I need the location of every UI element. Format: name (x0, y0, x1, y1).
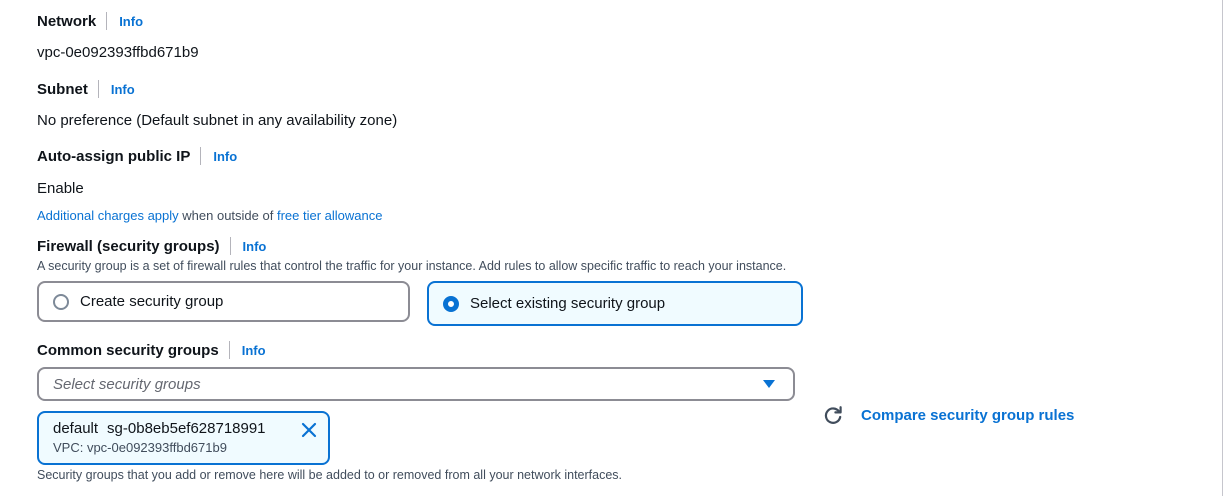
subnet-header: Subnet Info (37, 80, 135, 98)
divider (97, 80, 99, 98)
security-group-name: default (53, 420, 99, 437)
create-security-group-label: Create security group (80, 293, 224, 310)
auto-assign-ip-header: Auto-assign public IP Info (37, 147, 237, 165)
select-existing-security-group-label: Select existing security group (470, 295, 666, 312)
firewall-info-link[interactable]: Info (243, 239, 267, 254)
firewall-label: Firewall (security groups) (37, 237, 220, 255)
compare-security-group-rules-label: Compare security group rules (861, 406, 1075, 424)
caret-down-icon[interactable] (763, 380, 775, 388)
subnet-value: No preference (Default subnet in any ava… (37, 112, 398, 129)
token-title: default sg-0b8eb5ef628718991 (53, 420, 328, 437)
create-security-group-option[interactable]: Create security group (37, 281, 410, 322)
selected-security-group-token: default sg-0b8eb5ef628718991 VPC: vpc-0e… (37, 411, 330, 465)
free-tier-link[interactable]: free tier allowance (277, 208, 383, 223)
additional-charges-link[interactable]: Additional charges apply (37, 208, 179, 223)
divider (228, 341, 230, 359)
panel-right-border (1222, 0, 1223, 496)
auto-assign-ip-label: Auto-assign public IP (37, 147, 191, 165)
security-group-vpc: VPC: vpc-0e092393ffbd671b9 (53, 440, 227, 455)
divider (106, 12, 108, 30)
close-icon[interactable] (300, 421, 318, 439)
firewall-description: A security group is a set of firewall ru… (37, 259, 787, 273)
firewall-description-row: A security group is a set of firewall ru… (37, 259, 786, 273)
radio-unchecked-icon[interactable] (53, 293, 69, 310)
network-info-link[interactable]: Info (119, 14, 143, 29)
divider (229, 237, 231, 255)
security-groups-footnote-row: Security groups that you add or remove h… (37, 468, 622, 482)
network-label: Network (37, 12, 97, 30)
subnet-info-link[interactable]: Info (111, 82, 135, 97)
subnet-label: Subnet (37, 80, 88, 98)
radio-checked-icon[interactable] (443, 295, 459, 312)
security-groups-placeholder: Select security groups (53, 375, 201, 393)
security-group-id: sg-0b8eb5ef628718991 (107, 420, 266, 437)
auto-assign-ip-info-link[interactable]: Info (213, 149, 237, 164)
security-groups-footnote: Security groups that you add or remove h… (37, 468, 623, 482)
network-value-row: vpc-0e092393ffbd671b9 (37, 44, 199, 61)
common-security-groups-label: Common security groups (37, 341, 219, 359)
select-existing-security-group-option[interactable]: Select existing security group (427, 281, 803, 326)
firewall-header: Firewall (security groups) Info (37, 237, 266, 255)
subnet-value-row: No preference (Default subnet in any ava… (37, 112, 397, 129)
divider (200, 147, 202, 165)
network-header: Network Info (37, 12, 143, 30)
common-security-groups-info-link[interactable]: Info (242, 343, 266, 358)
auto-assign-ip-value-row: Enable (37, 180, 84, 197)
security-groups-select[interactable]: Select security groups (37, 367, 795, 401)
common-security-groups-header: Common security groups Info (37, 341, 266, 359)
compare-security-group-rules-button[interactable]: Compare security group rules (822, 404, 1074, 426)
refresh-icon[interactable] (822, 404, 844, 426)
network-value: vpc-0e092393ffbd671b9 (37, 44, 199, 61)
charges-note: Additional charges apply when outside of… (37, 208, 382, 223)
auto-assign-ip-value: Enable (37, 180, 84, 197)
charges-note-text: when outside of (178, 208, 277, 223)
